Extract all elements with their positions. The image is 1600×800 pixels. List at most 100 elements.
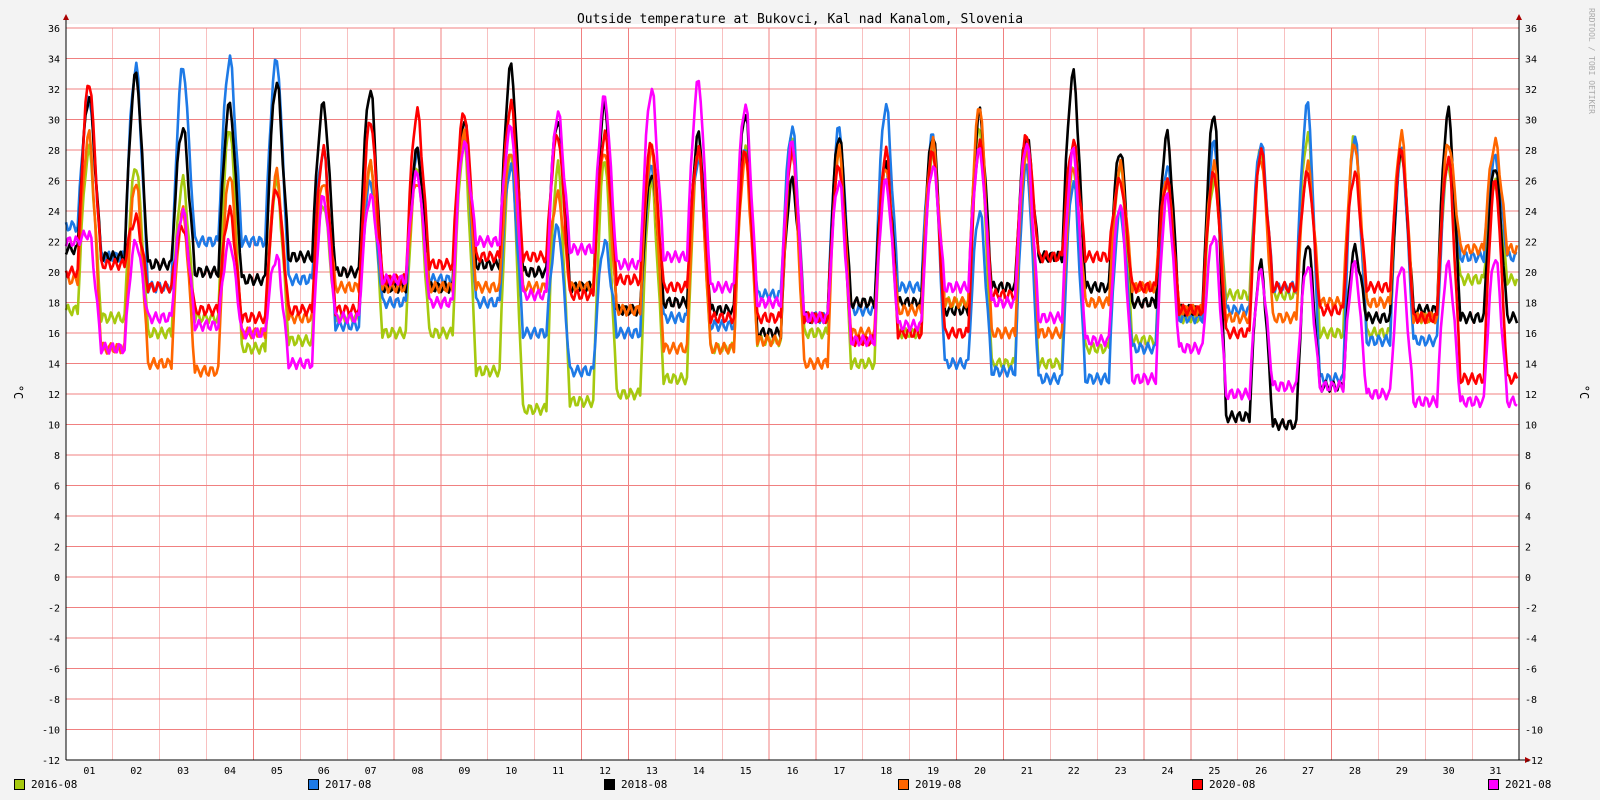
y-tick-label: -8: [1525, 695, 1537, 706]
x-tick-label: 22: [1068, 766, 1080, 777]
x-tick-label: 06: [318, 766, 330, 777]
legend-label: 2016-08: [31, 778, 78, 791]
temperature-chart: -12-10-8-6-4-202468101214161820222426283…: [0, 0, 1600, 800]
x-tick-label: 05: [271, 766, 283, 777]
x-tick-label: 01: [83, 766, 95, 777]
y-axis-label-left: °C: [11, 385, 25, 399]
x-tick-label: 30: [1443, 766, 1455, 777]
y-tick-label: 18: [48, 299, 60, 310]
y-tick-label: 16: [48, 329, 60, 340]
y-tick-label: 0: [54, 573, 60, 584]
x-tick-label: 12: [599, 766, 611, 777]
y-tick-label: -6: [48, 665, 60, 676]
y-tick-label: 34: [1525, 55, 1537, 66]
x-tick-label: 13: [646, 766, 658, 777]
x-tick-label: 14: [693, 766, 705, 777]
y-tick-label: 2: [54, 543, 60, 554]
y-tick-label: 12: [1525, 390, 1537, 401]
y-tick-label: -12: [42, 756, 60, 767]
x-tick-label: 29: [1396, 766, 1408, 777]
y-tick-label: -4: [1525, 634, 1537, 645]
y-tick-label: 4: [1525, 512, 1531, 523]
legend-label: 2018-08: [621, 778, 668, 791]
y-axis-label-right: °C: [1577, 385, 1591, 399]
y-tick-label: 12: [48, 390, 60, 401]
legend-label: 2020-08: [1209, 778, 1256, 791]
y-tick-label: 8: [1525, 451, 1531, 462]
y-tick-label: 34: [48, 55, 60, 66]
x-tick-label: 27: [1302, 766, 1314, 777]
legend-swatch: [14, 779, 25, 790]
y-tick-label: 14: [48, 360, 60, 371]
y-tick-label: -2: [1525, 604, 1537, 615]
x-tick-label: 11: [552, 766, 564, 777]
y-tick-label: 32: [48, 85, 60, 96]
y-tick-label: 8: [54, 451, 60, 462]
x-tick-label: 26: [1255, 766, 1267, 777]
x-tick-label: 02: [130, 766, 142, 777]
y-tick-label: 36: [48, 24, 60, 35]
legend-label: 2021-08: [1505, 778, 1552, 791]
legend-item: 2020-08: [1192, 778, 1255, 791]
y-tick-label: -2: [48, 604, 60, 615]
watermark: RRDTOOL / TOBI OETIKER: [1587, 8, 1596, 114]
legend-item: 2021-08: [1488, 778, 1551, 791]
x-tick-label: 20: [974, 766, 986, 777]
x-tick-label: 03: [177, 766, 189, 777]
legend-item: 2019-08: [898, 778, 961, 791]
y-tick-label: 0: [1525, 573, 1531, 584]
legend-item: 2018-08: [604, 778, 667, 791]
y-tick-label: -12: [1525, 756, 1543, 767]
x-tick-label: 31: [1490, 766, 1502, 777]
chart-title: Outside temperature at Bukovci, Kal nad …: [577, 12, 1023, 27]
x-tick-label: 17: [833, 766, 845, 777]
y-tick-label: 30: [1525, 116, 1537, 127]
y-tick-label: 18: [1525, 299, 1537, 310]
x-tick-label: 15: [740, 766, 752, 777]
y-tick-label: 4: [54, 512, 60, 523]
legend-swatch: [1192, 779, 1203, 790]
y-tick-label: -6: [1525, 665, 1537, 676]
x-tick-label: 25: [1208, 766, 1220, 777]
plot-area: [66, 24, 1519, 760]
legend-item: 2016-08: [14, 778, 77, 791]
y-tick-label: 10: [1525, 421, 1537, 432]
legend: 2016-08 2017-08 2018-08 2019-08 2020-08 2021-…: [0, 778, 1600, 796]
y-tick-label: 14: [1525, 360, 1537, 371]
y-tick-label: 10: [48, 421, 60, 432]
x-tick-label: 10: [505, 766, 517, 777]
legend-label: 2017-08: [325, 778, 372, 791]
x-tick-label: 09: [458, 766, 470, 777]
y-tick-label: 28: [48, 146, 60, 157]
y-tick-label: -10: [1525, 726, 1543, 737]
y-tick-label: 2: [1525, 543, 1531, 554]
x-tick-label: 08: [412, 766, 424, 777]
y-tick-label: -8: [48, 695, 60, 706]
y-tick-label: 26: [1525, 177, 1537, 188]
x-tick-label: 19: [927, 766, 939, 777]
x-tick-label: 18: [880, 766, 892, 777]
x-tick-label: 24: [1161, 766, 1173, 777]
y-tick-label: 16: [1525, 329, 1537, 340]
x-tick-label: 28: [1349, 766, 1361, 777]
y-tick-label: 6: [54, 482, 60, 493]
x-tick-label: 16: [786, 766, 798, 777]
y-tick-label: 20: [48, 268, 60, 279]
legend-swatch: [308, 779, 319, 790]
legend-swatch: [604, 779, 615, 790]
y-tick-label: 24: [1525, 207, 1537, 218]
x-tick-label: 04: [224, 766, 236, 777]
legend-item: 2017-08: [308, 778, 371, 791]
x-tick-label: 21: [1021, 766, 1033, 777]
y-tick-label: 6: [1525, 482, 1531, 493]
y-tick-label: -10: [42, 726, 60, 737]
y-tick-label: 32: [1525, 85, 1537, 96]
y-tick-label: 30: [48, 116, 60, 127]
y-tick-label: 22: [48, 238, 60, 249]
legend-swatch: [1488, 779, 1499, 790]
y-tick-label: 24: [48, 207, 60, 218]
legend-label: 2019-08: [915, 778, 962, 791]
x-tick-label: 23: [1115, 766, 1127, 777]
y-tick-label: 26: [48, 177, 60, 188]
x-tick-label: 07: [365, 766, 377, 777]
